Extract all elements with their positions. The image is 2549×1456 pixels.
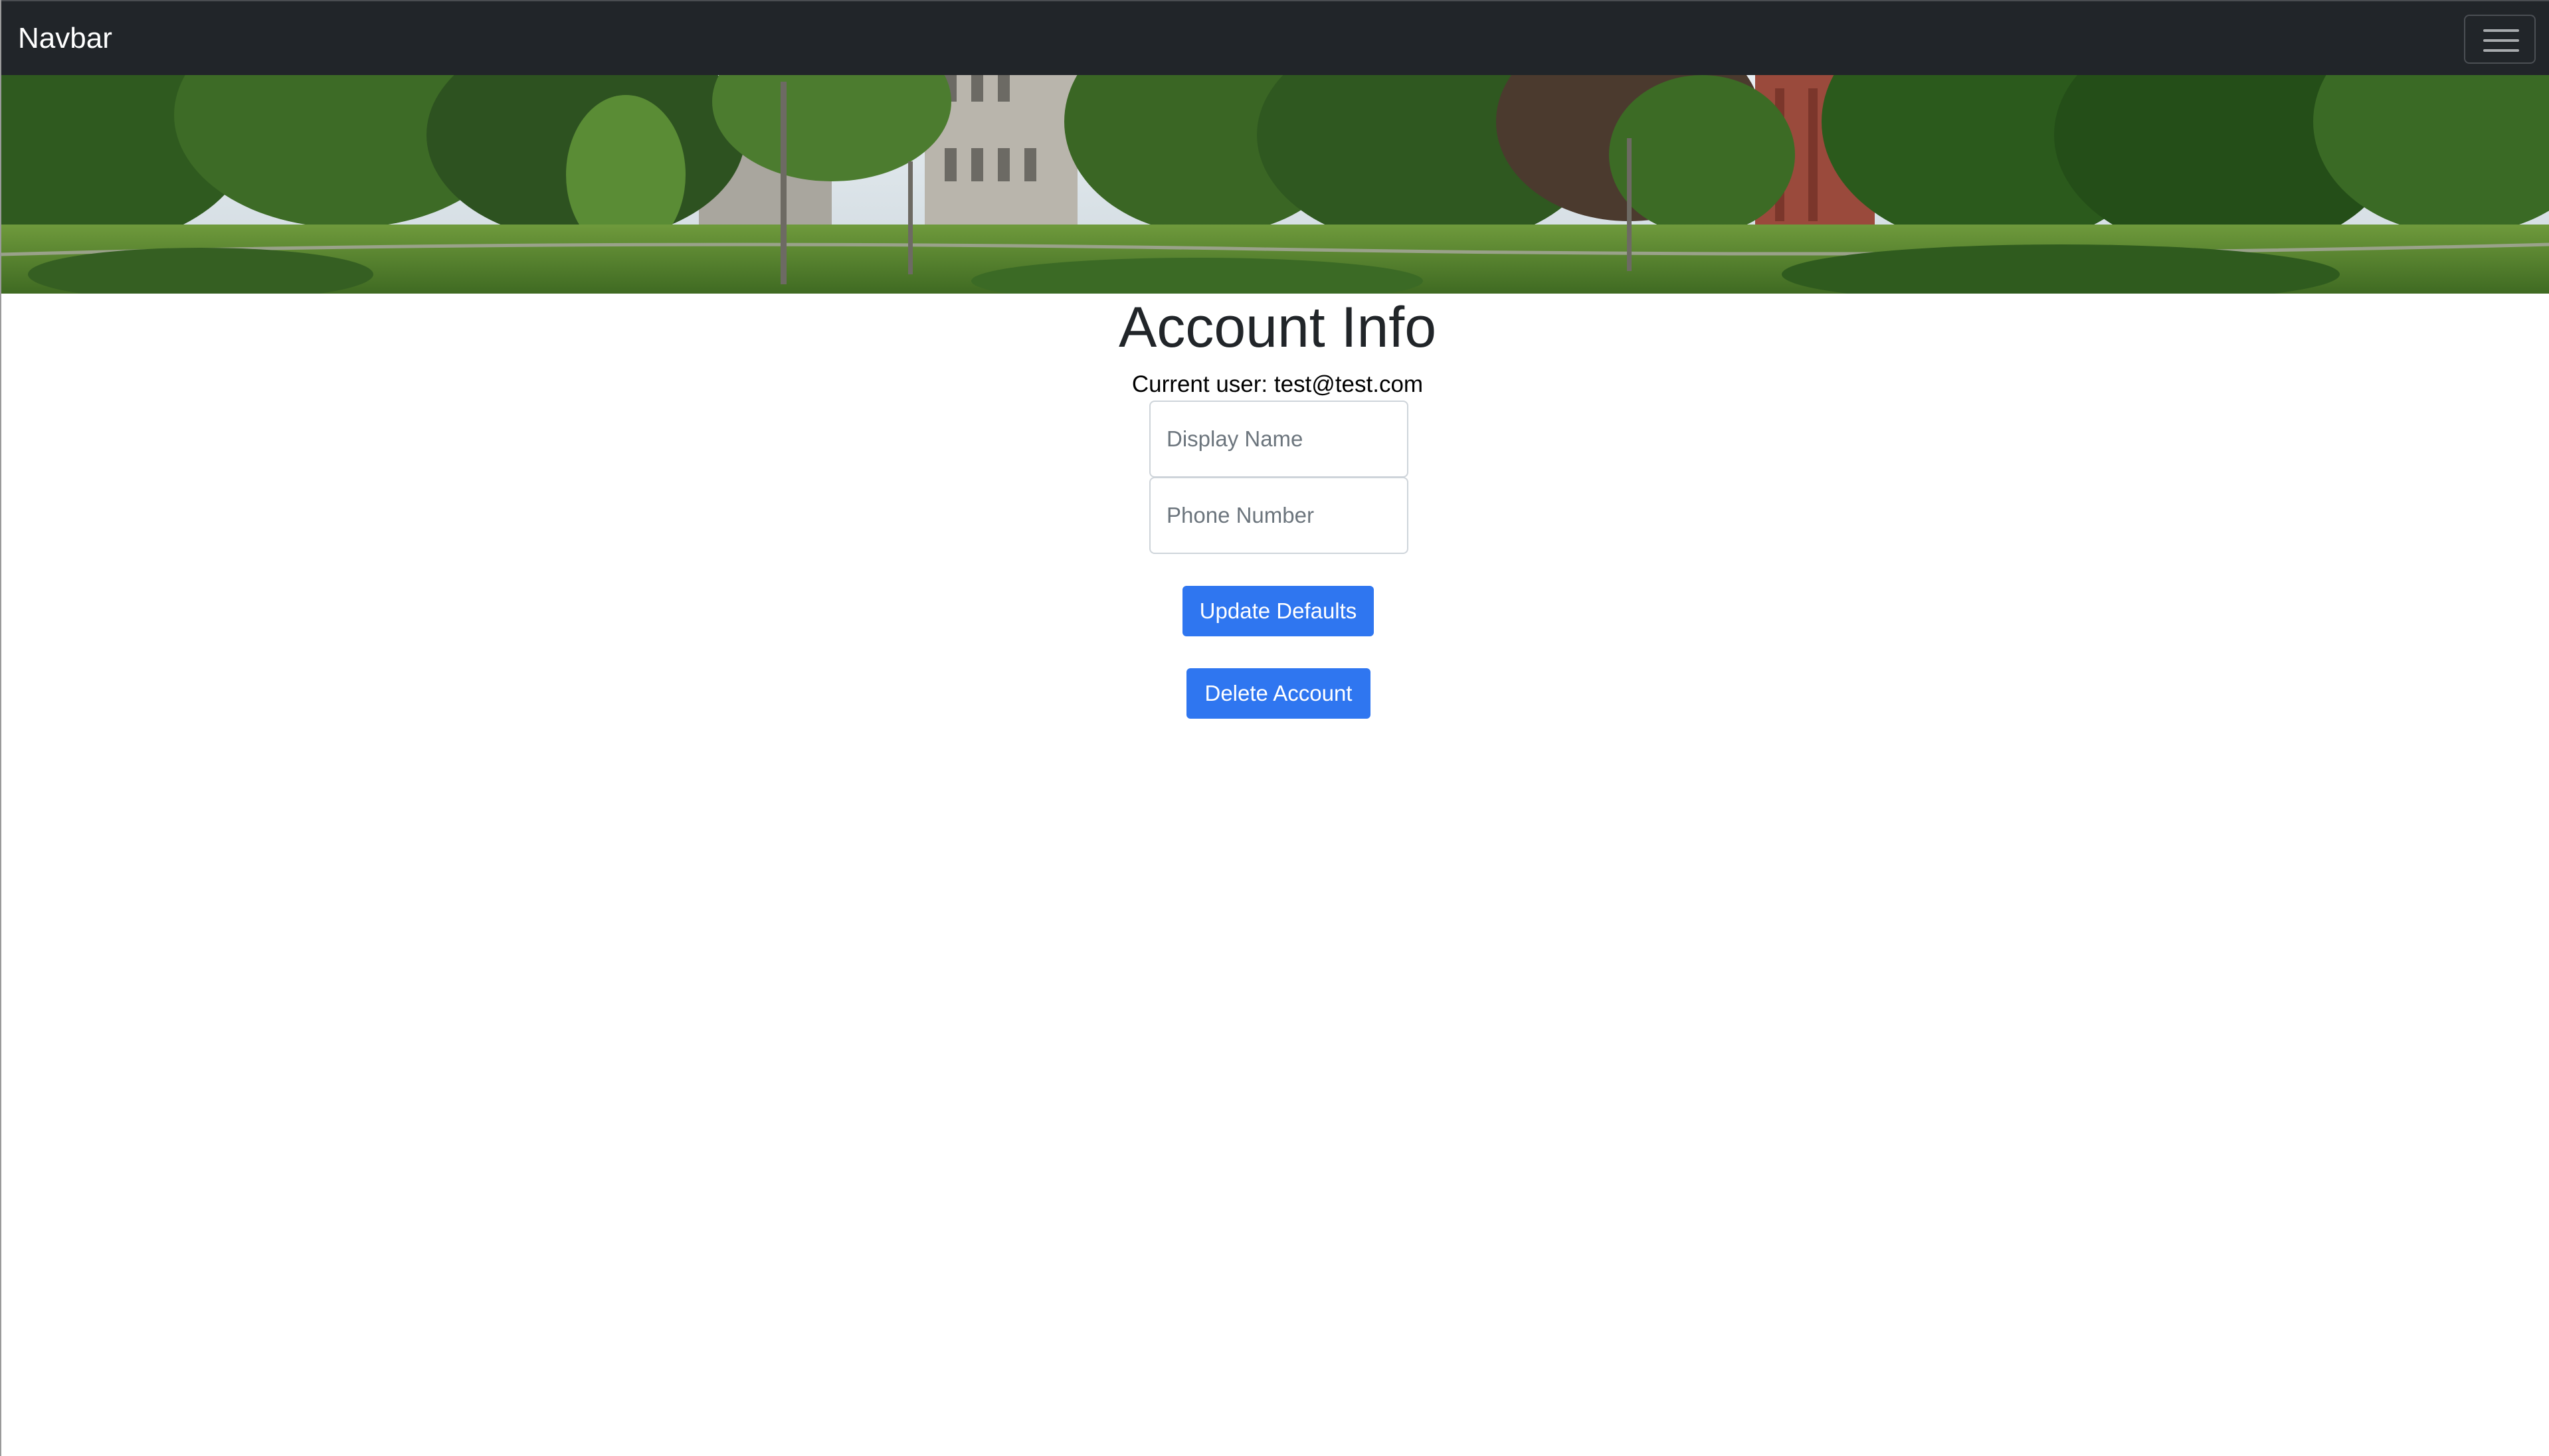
- navbar-brand[interactable]: Navbar: [18, 21, 112, 56]
- page: Navbar Account Info Current user: test@t…: [0, 0, 2549, 1456]
- update-defaults-button[interactable]: Update Defaults: [1182, 586, 1374, 636]
- display-name-input[interactable]: [1149, 401, 1408, 478]
- delete-account-button[interactable]: Delete Account: [1186, 668, 1370, 719]
- hamburger-menu-icon: [2483, 29, 2519, 52]
- current-user-label: Current user: test@test.com: [1131, 371, 1424, 397]
- navbar: Navbar: [1, 0, 2549, 75]
- phone-number-input[interactable]: [1149, 477, 1408, 554]
- navbar-toggler-button[interactable]: [2464, 15, 2536, 64]
- page-title: Account Info: [1118, 296, 1437, 359]
- banner-image: [1, 75, 2549, 294]
